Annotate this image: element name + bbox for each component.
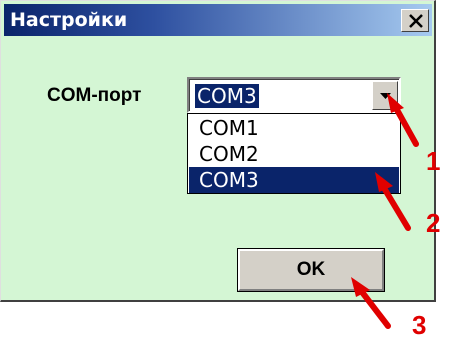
annotation-number-1: 1 [426, 146, 441, 176]
annotation-number-3: 3 [412, 310, 427, 340]
red-arrow-icon [351, 277, 391, 329]
annotation-number-2: 2 [426, 208, 441, 238]
annotation-arrows [351, 93, 419, 329]
red-arrow-icon [375, 172, 411, 231]
red-arrow-icon [387, 93, 419, 147]
